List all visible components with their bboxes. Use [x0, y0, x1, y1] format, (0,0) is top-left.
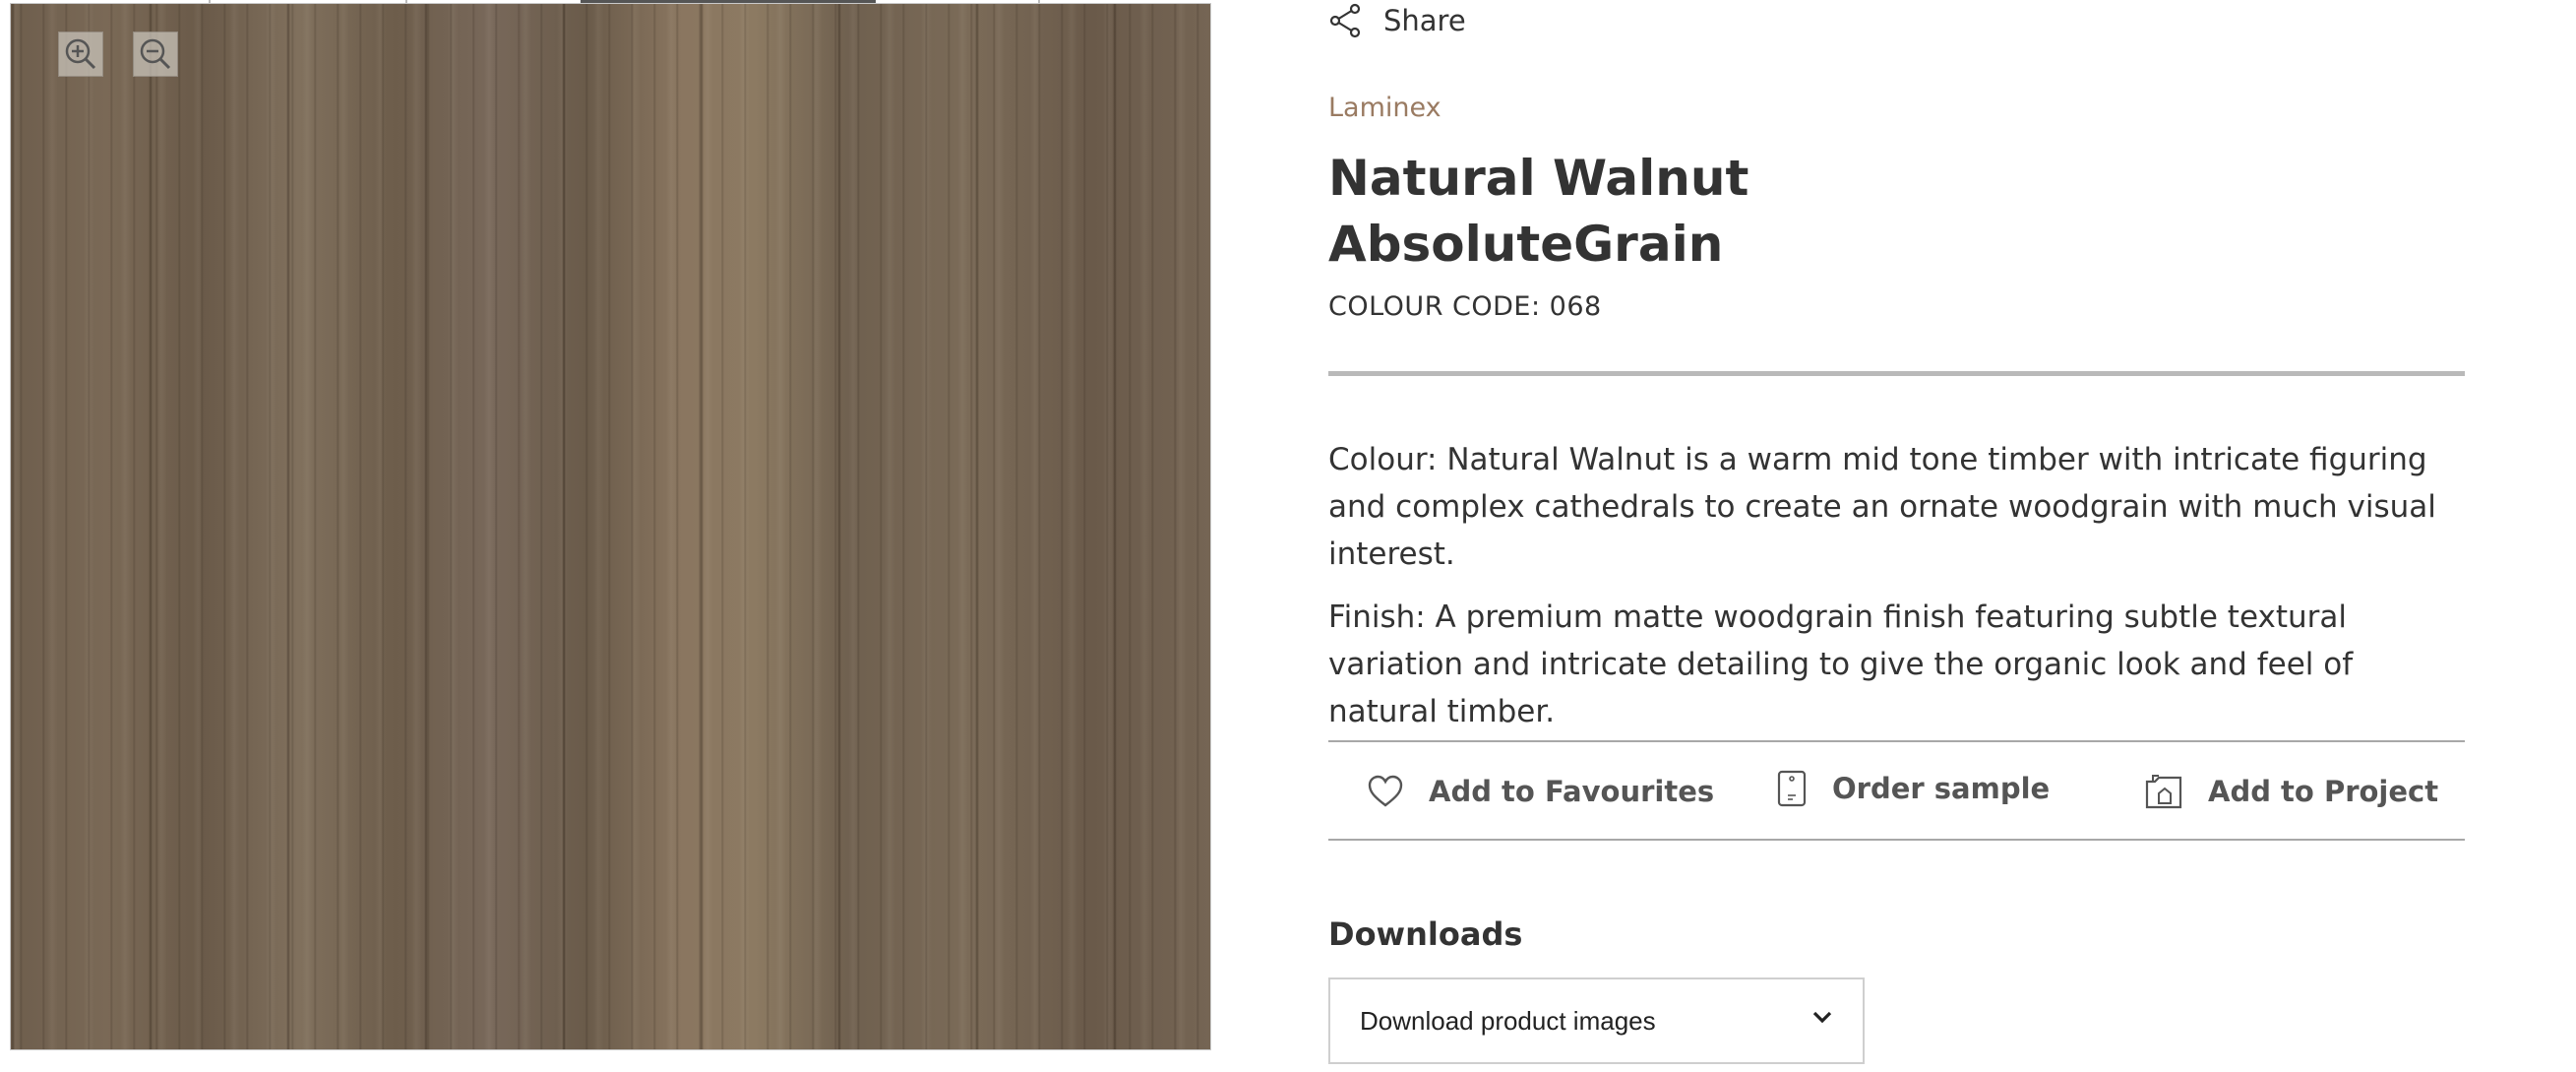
product-swatch-image — [11, 4, 1210, 1049]
project-folder-icon — [2145, 775, 2182, 809]
add-to-project-button[interactable]: Add to Project — [2145, 742, 2438, 841]
chevron-down-icon — [1812, 1011, 1832, 1024]
brand-link[interactable]: Laminex — [1328, 93, 1441, 123]
product-image-viewer[interactable] — [10, 3, 1211, 1050]
download-select-value: Download product images — [1360, 1005, 1656, 1036]
product-title-line2: AbsoluteGrain — [1328, 216, 1724, 273]
product-title-line1: Natural Walnut — [1328, 150, 1749, 207]
share-icon — [1329, 3, 1361, 38]
zoom-in-button[interactable] — [58, 32, 103, 77]
finish-description: Finish: A premium matte woodgrain finish… — [1328, 599, 2354, 729]
product-actions: Add to Favourites Order sample Add to Pr… — [1328, 740, 2465, 841]
download-select[interactable]: Download product images — [1328, 977, 1865, 1064]
share-label: Share — [1383, 4, 1466, 37]
product-description: Colour: Natural Walnut is a warm mid ton… — [1328, 436, 2465, 751]
add-to-favourites-label: Add to Favourites — [1429, 775, 1715, 808]
heart-icon — [1368, 775, 1403, 807]
downloads-heading: Downloads — [1328, 915, 1523, 953]
sample-swatch-icon — [1777, 770, 1807, 807]
zoom-out-button[interactable] — [133, 32, 178, 77]
order-sample-button[interactable]: Order sample — [1777, 739, 2050, 838]
share-button[interactable]: Share — [1328, 0, 1466, 41]
divider — [1328, 371, 2465, 376]
add-to-project-label: Add to Project — [2208, 775, 2439, 808]
order-sample-label: Order sample — [1832, 772, 2051, 805]
zoom-in-icon — [65, 38, 96, 70]
colour-code: COLOUR CODE: 068 — [1328, 291, 1602, 322]
add-to-favourites-button[interactable]: Add to Favourites — [1368, 742, 1714, 841]
colour-description: Colour: Natural Walnut is a warm mid ton… — [1328, 442, 2436, 572]
zoom-out-icon — [140, 38, 171, 70]
product-title: Natural Walnut AbsoluteGrain — [1328, 146, 2214, 278]
